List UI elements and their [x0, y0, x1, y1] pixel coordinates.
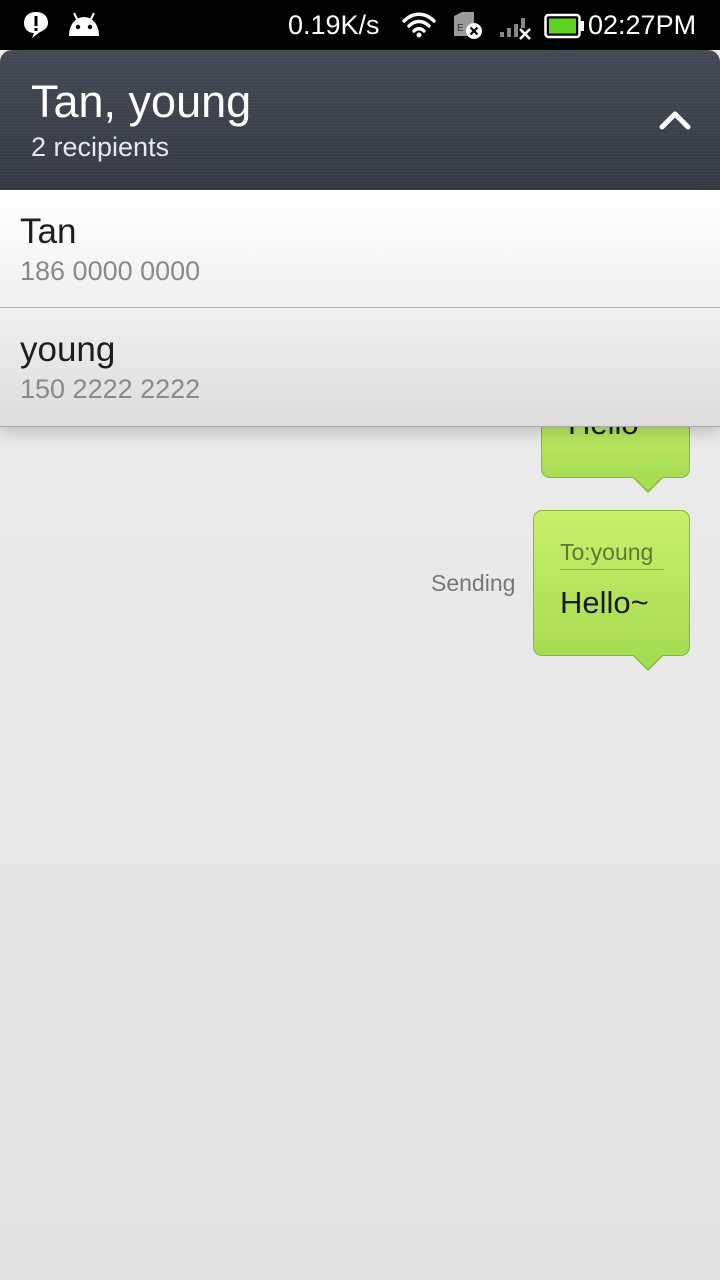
collapse-recipients-button[interactable]	[650, 100, 700, 144]
bubble-tail	[634, 477, 662, 491]
android-icon	[66, 12, 102, 43]
message-text: Hello~	[560, 585, 649, 620]
recipient-name: Tan	[20, 212, 77, 251]
recipient-item[interactable]: Tan 186 0000 0000	[0, 190, 720, 308]
wifi-icon	[402, 12, 436, 43]
signal-icon	[498, 14, 534, 45]
message-status: Sending	[431, 570, 516, 596]
recipient-item[interactable]: young 150 2222 2222	[0, 308, 720, 427]
recipient-number: 186 0000 0000	[20, 256, 201, 286]
recipient-count: 2 recipients	[31, 132, 170, 162]
sim-error-icon: E	[452, 12, 484, 45]
conversation-title: Tan, young	[31, 76, 252, 127]
message-bubble[interactable]: To:young Hello~	[533, 510, 690, 671]
chevron-up-icon	[658, 109, 692, 136]
bubble-tail	[634, 655, 662, 669]
recipient-number: 150 2222 2222	[20, 374, 201, 404]
recipient-list: Tan 186 0000 0000 young 150 2222 2222	[0, 190, 720, 427]
battery-icon	[544, 13, 586, 44]
svg-text:E: E	[457, 23, 464, 34]
status-bar: 0.19K/s E 02:27PM	[0, 0, 720, 50]
conversation-header[interactable]: Tan, young 2 recipients	[0, 50, 720, 190]
message-recipient-label: To:young	[560, 539, 664, 570]
alert-icon	[22, 10, 50, 45]
network-speed: 0.19K/s	[288, 10, 380, 40]
recipient-name: young	[20, 330, 116, 369]
clock: 02:27PM	[588, 10, 697, 40]
